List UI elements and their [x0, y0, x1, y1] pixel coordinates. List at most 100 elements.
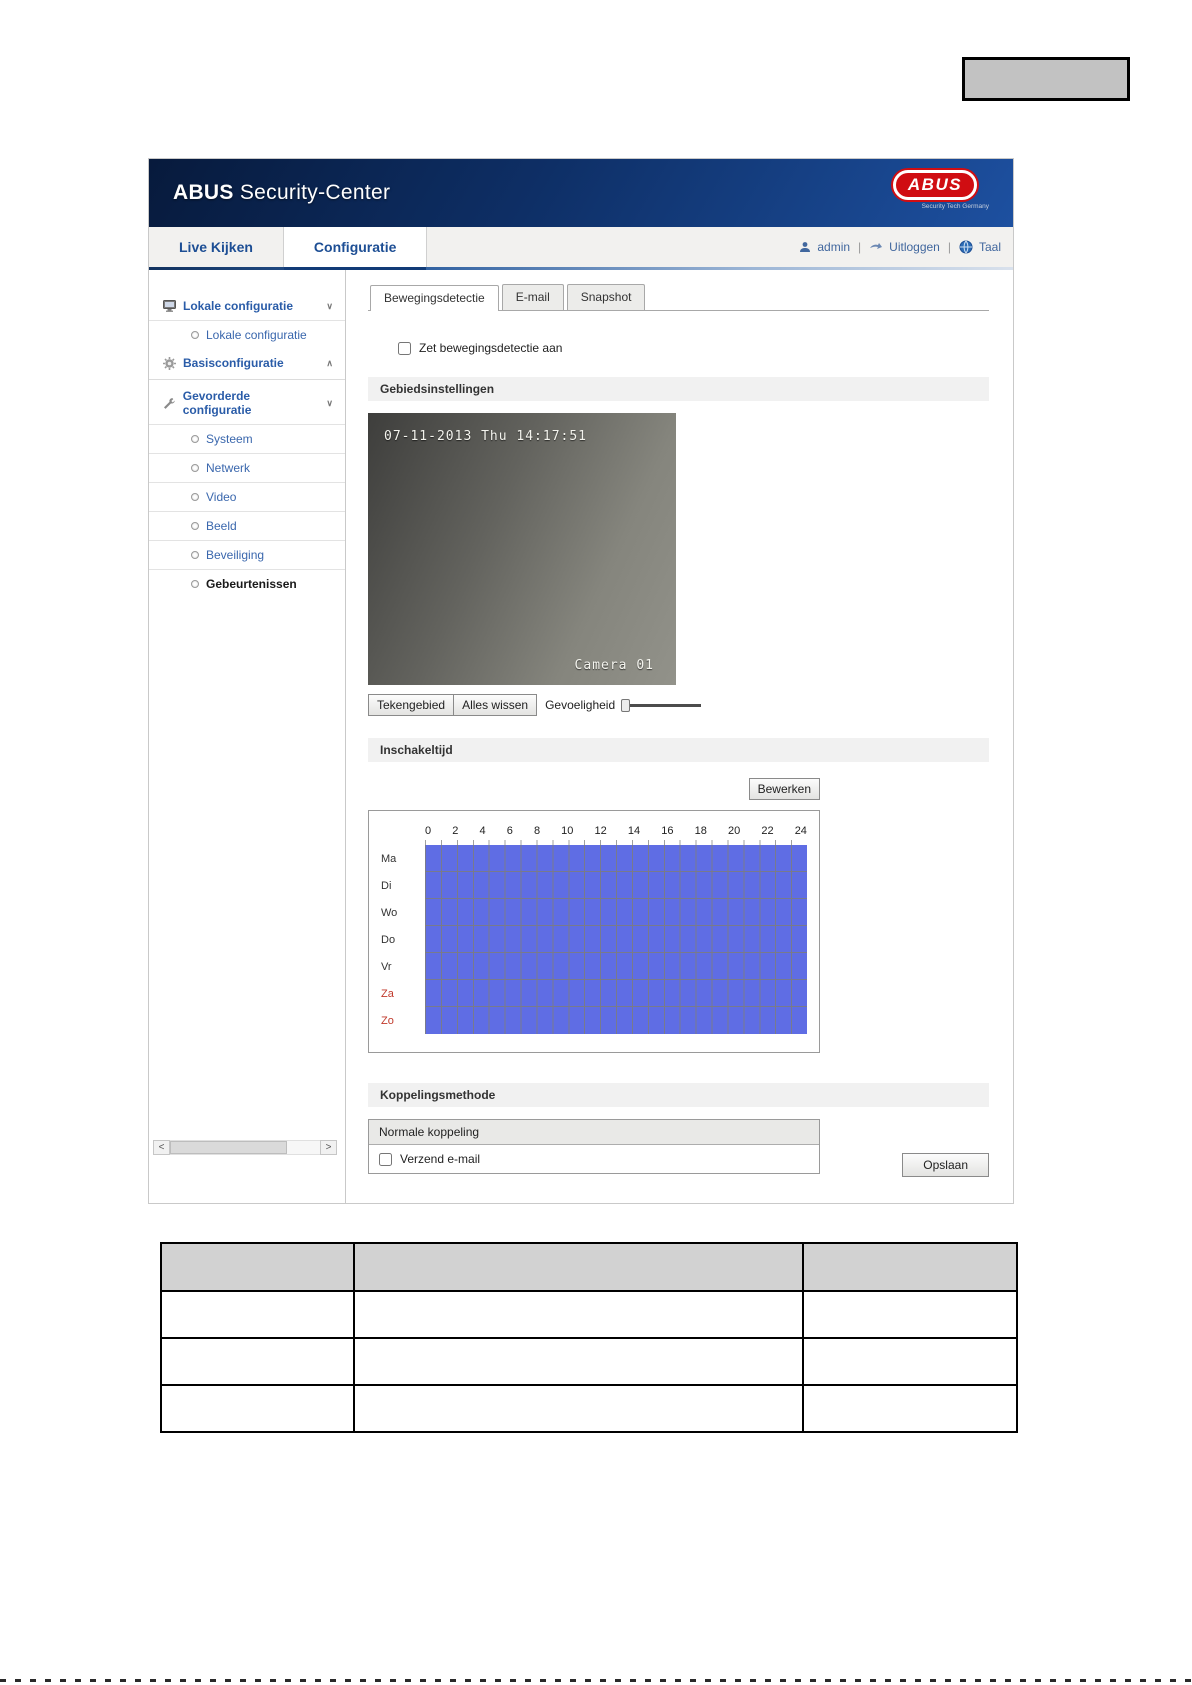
schedule-row-vr[interactable] [425, 953, 807, 980]
app-window: ABUS Security-Center ABUS Security Tech … [148, 158, 1014, 1204]
brand-rest: Security-Center [233, 181, 391, 204]
hour-label: 24 [794, 825, 807, 837]
slider-thumb[interactable] [621, 698, 631, 712]
table-cell [352, 1290, 804, 1339]
sidebar-item-beveiliging[interactable]: Beveiliging [149, 540, 345, 569]
day-label-za: Za [381, 987, 394, 1000]
table-cell [160, 1290, 355, 1339]
username[interactable]: admin [817, 240, 850, 254]
chevron-up-icon: ∧ [326, 357, 333, 368]
schedule-row-ma[interactable] [425, 845, 807, 872]
table-cell [801, 1290, 1019, 1339]
camera-preview[interactable]: 07-11-2013 Thu 14:17:51 Camera 01 [368, 413, 676, 685]
table-header-cell [801, 1242, 1019, 1292]
table-row [160, 1290, 1019, 1339]
main-content: Bewegingsdetectie E-mail Snapshot Zet be… [346, 270, 1013, 1203]
linkage-table: Normale koppeling Verzend e-mail [368, 1119, 820, 1174]
user-menu: admin | Uitloggen | Taal [799, 227, 1001, 267]
table-cell [801, 1384, 1019, 1433]
day-label-wo: Wo [381, 906, 398, 919]
schedule-row-do[interactable] [425, 926, 807, 953]
sidebar-item-label: Lokale configuratie [206, 328, 307, 342]
hour-label: 16 [661, 825, 674, 837]
sidebar-item-label: Video [206, 490, 237, 504]
nav-tab-configuration[interactable]: Configuratie [282, 227, 428, 270]
sidebar-item-label: Beveiliging [206, 548, 265, 562]
table-cell [801, 1337, 1019, 1386]
globe-icon [959, 240, 973, 254]
sidebar-item-video[interactable]: Video [149, 482, 345, 511]
sidebar-group-local-config[interactable]: Lokale configuratie ∨ [149, 292, 345, 320]
page-bottom-dashed-line [0, 1679, 1192, 1682]
schedule-row-zo[interactable] [425, 1007, 807, 1034]
separator: | [858, 240, 862, 254]
nav-tab-live-view[interactable]: Live Kijken [149, 227, 283, 267]
sidebar-item-systeem[interactable]: Systeem [149, 424, 345, 453]
schedule-row-za[interactable] [425, 980, 807, 1007]
sidebar-item-lokale-configuratie[interactable]: Lokale configuratie [149, 320, 345, 349]
edit-schedule-button[interactable]: Bewerken [748, 778, 820, 800]
table-row [160, 1384, 1019, 1433]
table-cell [160, 1384, 355, 1433]
clear-all-button[interactable]: Alles wissen [453, 694, 538, 716]
separator: | [947, 240, 951, 254]
sidebar-group-advanced-config[interactable]: Gevorderde configuratie ∨ [149, 382, 345, 424]
sidebar-item-label: Systeem [206, 432, 253, 446]
schedule-row-di[interactable] [425, 872, 807, 899]
sidebar-item-label: Netwerk [206, 461, 251, 475]
radio-bullet-icon [191, 435, 199, 443]
radio-bullet-icon [191, 493, 199, 501]
document-table [160, 1242, 1019, 1433]
top-navbar: Live Kijken Configuratie admin | Uitlogg… [149, 227, 1013, 270]
radio-bullet-icon [191, 580, 199, 588]
section-header-schedule: Inschakeltijd [368, 738, 989, 762]
send-email-checkbox[interactable] [379, 1152, 392, 1166]
save-button[interactable]: Opslaan [902, 1153, 989, 1177]
section-header-area: Gebiedsinstellingen [368, 377, 989, 401]
sidebar-divider [149, 379, 345, 380]
radio-bullet-icon [191, 464, 199, 472]
linkage-table-header: Normale koppeling [369, 1120, 819, 1145]
hour-label: 6 [506, 825, 513, 837]
sidebar-group-label: Basisconfiguratie [183, 356, 284, 370]
document-placeholder-box [962, 57, 1130, 101]
logout-icon [870, 242, 883, 249]
hour-label: 8 [533, 825, 541, 837]
draw-area-button[interactable]: Tekengebied [368, 694, 455, 716]
tab-snapshot[interactable]: Snapshot [566, 284, 646, 310]
content-tabbar: Bewegingsdetectie E-mail Snapshot [368, 284, 989, 311]
chevron-down-icon: ∨ [326, 397, 333, 408]
sensitivity-slider[interactable] [621, 698, 702, 712]
tab-bewegingsdetectie[interactable]: Bewegingsdetectie [370, 285, 499, 311]
scroll-right-arrow[interactable]: > [320, 1140, 337, 1155]
sidebar-group-basic-config[interactable]: Basisconfiguratie ∧ [149, 349, 345, 377]
sensitivity-label: Gevoeligheid [545, 698, 616, 712]
day-label-do: Do [381, 933, 396, 946]
tab-email[interactable]: E-mail [501, 284, 564, 310]
enable-motion-checkbox[interactable] [398, 341, 411, 355]
monitor-icon [163, 300, 176, 312]
table-cell [352, 1337, 804, 1386]
sidebar-item-gebeurtenissen[interactable]: Gebeurtenissen [149, 569, 345, 598]
hour-label: 10 [561, 825, 574, 837]
table-header-row [160, 1242, 1019, 1292]
video-timestamp: 07-11-2013 Thu 14:17:51 [384, 429, 588, 444]
gear-icon [163, 356, 176, 370]
logout-link[interactable]: Uitloggen [889, 240, 940, 254]
send-email-label: Verzend e-mail [400, 1152, 481, 1166]
brand-title: ABUS Security-Center [173, 181, 390, 205]
slider-track[interactable] [630, 703, 702, 707]
day-label-ma: Ma [381, 852, 397, 865]
sidebar-item-netwerk[interactable]: Netwerk [149, 453, 345, 482]
hour-label: 0 [425, 825, 432, 837]
schedule-row-wo[interactable] [425, 899, 807, 926]
scrollbar-track[interactable] [170, 1140, 320, 1155]
sidebar-item-beeld[interactable]: Beeld [149, 511, 345, 540]
abus-logo: ABUS Security Tech Germany [879, 170, 991, 210]
scroll-left-arrow[interactable]: < [153, 1140, 170, 1155]
scrollbar-thumb[interactable] [170, 1141, 287, 1154]
hour-label: 18 [694, 825, 707, 837]
language-link[interactable]: Taal [979, 240, 1001, 254]
table-cell [352, 1384, 804, 1433]
sidebar-group-label: Lokale configuratie [183, 299, 294, 313]
